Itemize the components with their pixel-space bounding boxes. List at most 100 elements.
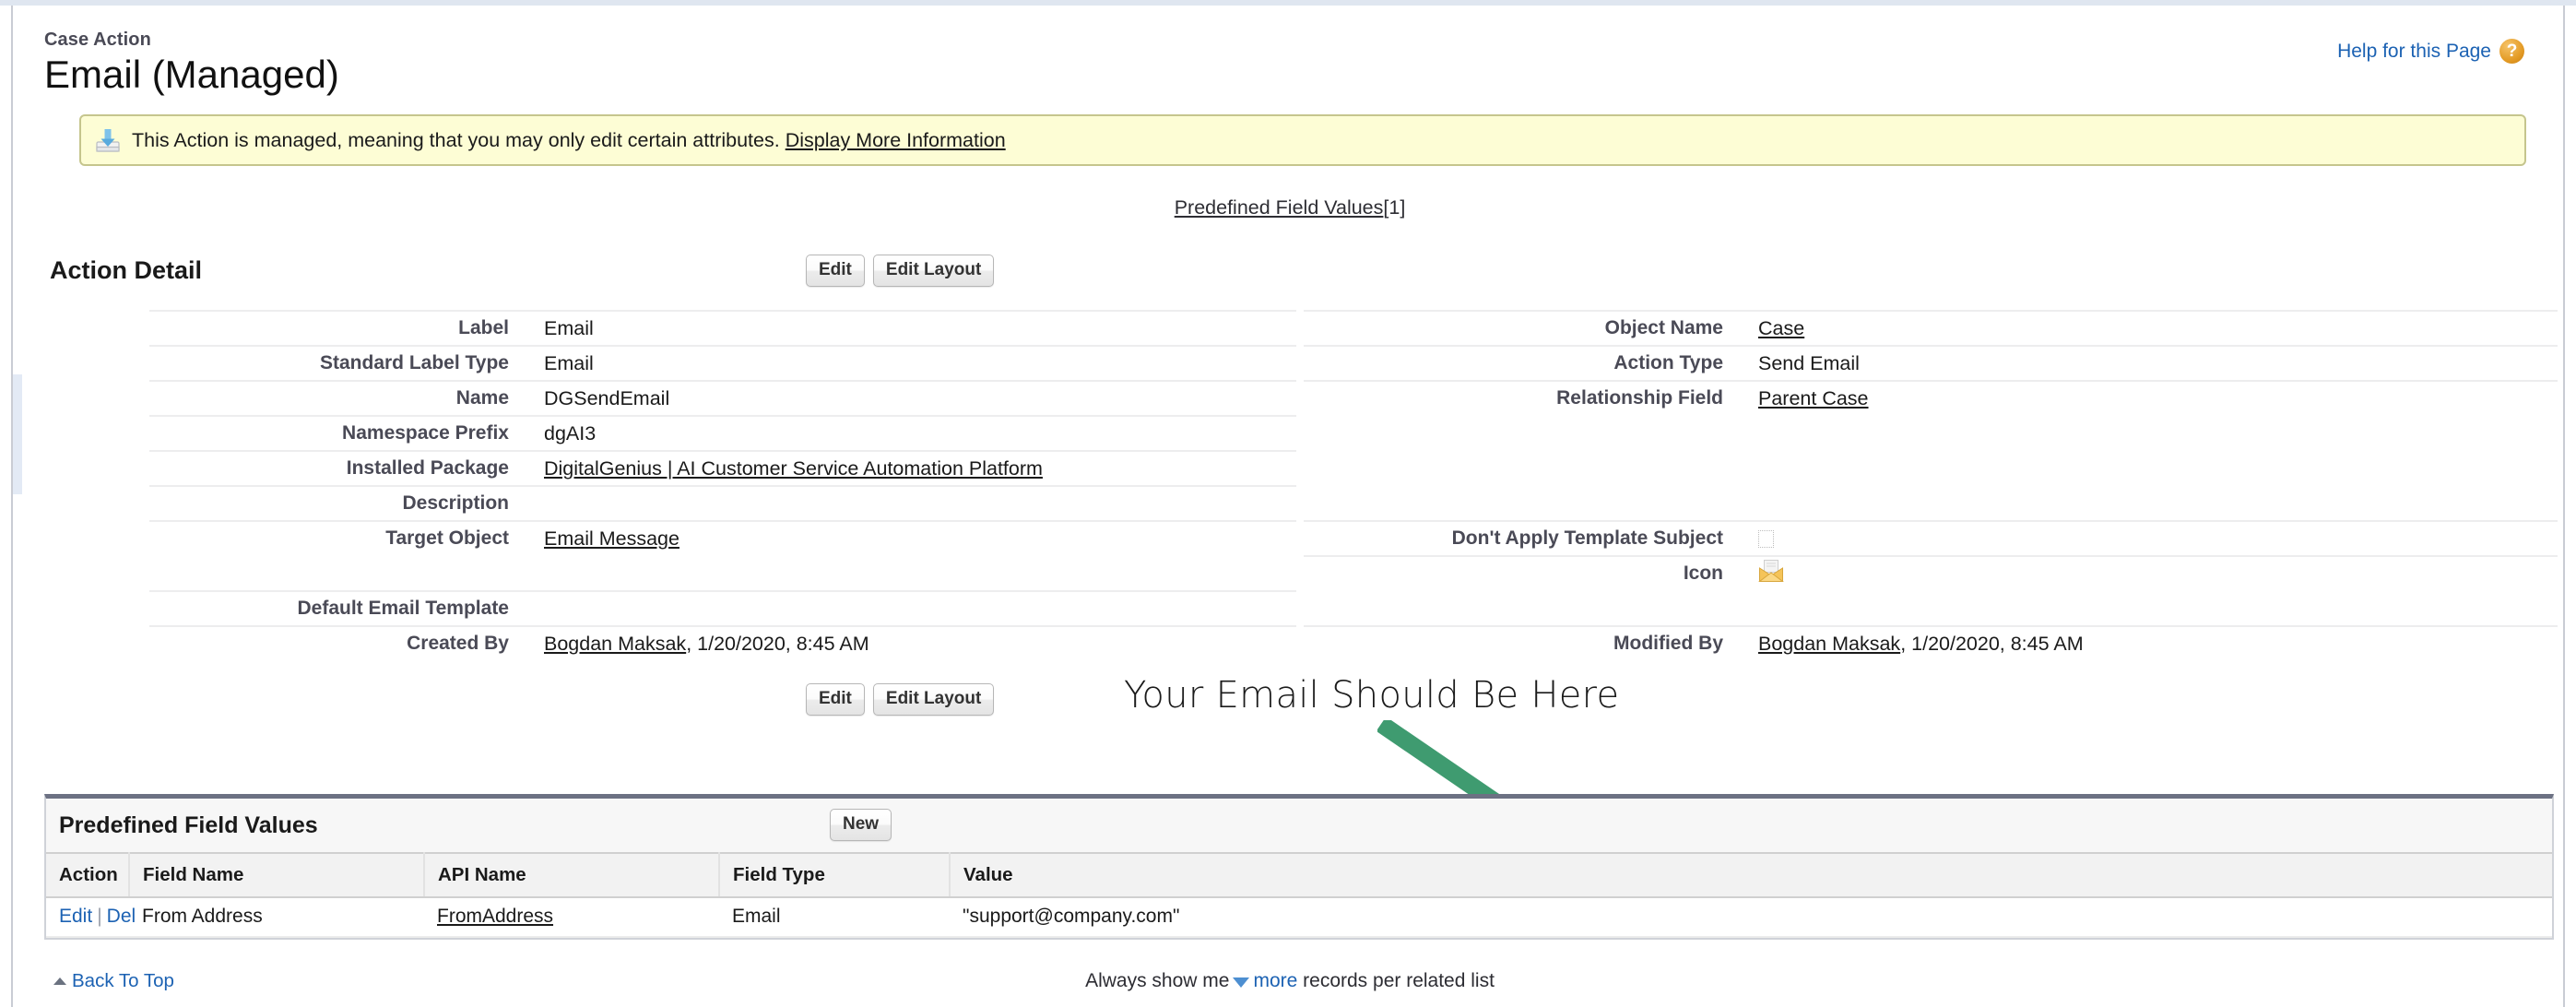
question-mark-icon[interactable]: ? [2499, 39, 2524, 64]
package-install-icon [94, 126, 122, 154]
field-value: DigitalGenius | AI Customer Service Auto… [509, 450, 1043, 480]
page-frame: Case Action Email (Managed) Help for thi… [11, 6, 2565, 1007]
annotation-text: Your Email Should Be Here [1124, 674, 1620, 717]
related-list-header: Predefined Field Values New [46, 799, 2552, 852]
action-detail-buttons-top: Edit Edit Layout [806, 255, 995, 287]
edit-layout-button-bottom[interactable]: Edit Layout [872, 683, 995, 716]
modified-by-user-link[interactable]: Bogdan Maksak [1758, 633, 1900, 655]
field-value: Bogdan Maksak, 1/20/2020, 8:45 AM [1723, 625, 2084, 656]
field-label: Action Type [1613, 352, 1723, 373]
installed-package-link[interactable]: DigitalGenius | AI Customer Service Auto… [544, 457, 1043, 480]
field-value: dgAI3 [544, 422, 597, 444]
detail-cell: Object Name Case [1304, 310, 2558, 340]
related-list-title: Predefined Field Values [59, 812, 318, 838]
field-label: Label [458, 317, 509, 338]
detail-cell: Icon [1304, 555, 2558, 587]
created-by-timestamp: , 1/20/2020, 8:45 AM [686, 633, 869, 655]
row-field-name: From Address [129, 897, 424, 938]
detail-cell: Standard Label Type Email [149, 345, 1296, 375]
relationship-field-link[interactable]: Parent Case [1758, 387, 1869, 409]
open-envelope-icon [1758, 559, 1784, 587]
detail-cell: Modified By Bogdan Maksak, 1/20/2020, 8:… [1304, 625, 2558, 656]
detail-row: Default Email Template [13, 590, 2567, 625]
field-value [509, 590, 544, 598]
detail-cell: Namespace Prefix dgAI3 [149, 415, 1296, 445]
detail-cell: Name DGSendEmail [149, 380, 1296, 410]
detail-row: Standard Label Type Email Action Type Se… [13, 345, 2567, 380]
banner-message: This Action is managed, meaning that you… [132, 128, 780, 151]
detail-row: Target Object Email Message Don't Apply … [13, 520, 2567, 555]
field-value: Parent Case [1723, 380, 1869, 410]
target-object-link[interactable]: Email Message [544, 527, 679, 550]
detail-row: Created By Bogdan Maksak, 1/20/2020, 8:4… [13, 625, 2567, 660]
jump-link-count: [1] [1383, 196, 1406, 219]
help-link-label[interactable]: Help for this Page [2337, 41, 2491, 63]
more-records-link[interactable]: more [1253, 970, 1297, 991]
detail-row: Installed Package DigitalGenius | AI Cus… [13, 450, 2567, 485]
detail-cell: Relationship Field Parent Case [1304, 380, 2558, 410]
banner-text: This Action is managed, meaning that you… [132, 129, 1006, 152]
always-show-suffix: records per related list [1303, 970, 1495, 991]
detail-row: Namespace Prefix dgAI3 [13, 415, 2567, 450]
jump-link-predefined-field-values[interactable]: Predefined Field Values [1175, 196, 1384, 219]
row-value: "support@company.com" [950, 897, 2552, 938]
field-value: Bogdan Maksak, 1/20/2020, 8:45 AM [509, 625, 869, 656]
field-label: Name [455, 387, 509, 409]
field-value: Email Message [509, 520, 679, 551]
action-separator: | [97, 906, 102, 927]
breadcrumb: Case Action [44, 30, 151, 50]
triangle-down-icon[interactable] [1233, 977, 1250, 988]
field-label: Object Name [1604, 317, 1723, 338]
column-header-field-type: Field Type [719, 852, 951, 898]
edit-layout-button-top[interactable]: Edit Layout [872, 255, 995, 287]
field-value: DGSendEmail [544, 387, 670, 409]
field-value [509, 485, 544, 492]
new-button[interactable]: New [830, 809, 892, 841]
column-header-api-name: API Name [424, 852, 720, 898]
related-list-jump-links: Predefined Field Values[1] [13, 196, 2567, 219]
page-header: Case Action Email (Managed) [44, 30, 339, 95]
detail-cell: Don't Apply Template Subject [1304, 520, 2558, 550]
detail-cell: Label Email [149, 310, 1296, 340]
row-actions-cell: Edit | Del [46, 897, 136, 938]
detail-cell: Installed Package DigitalGenius | AI Cus… [149, 450, 1296, 480]
table-row: Edit | Del From Address FromAddress Email … [46, 897, 2552, 938]
row-api-name-cell: FromAddress [424, 897, 719, 938]
modified-by-timestamp: , 1/20/2020, 8:45 AM [1900, 633, 2084, 655]
dont-apply-template-subject-checkbox [1758, 530, 1774, 548]
field-value: Send Email [1758, 352, 1860, 374]
column-header-value: Value [950, 852, 2552, 898]
display-more-information-link[interactable]: Display More Information [786, 129, 1006, 151]
edit-button-top[interactable]: Edit [806, 255, 865, 287]
created-by-user-link[interactable]: Bogdan Maksak [544, 633, 686, 655]
field-label: Modified By [1613, 633, 1723, 654]
column-header-field-name: Field Name [129, 852, 425, 898]
field-label: Icon [1683, 563, 1723, 584]
row-edit-link[interactable]: Edit [59, 906, 92, 927]
action-detail-grid: Label Email Object Name Case Standard La… [13, 310, 2567, 660]
action-detail-buttons-bottom: Edit Edit Layout [806, 683, 995, 716]
api-name-link[interactable]: FromAddress [437, 906, 553, 927]
detail-cell: Created By Bogdan Maksak, 1/20/2020, 8:4… [149, 625, 1296, 656]
detail-row: Icon [13, 555, 2567, 590]
detail-cell: Default Email Template [149, 590, 1296, 620]
help-for-this-page[interactable]: Help for this Page ? [2337, 39, 2524, 64]
field-value: Case [1723, 310, 1804, 340]
predefined-field-values-related-list: Predefined Field Values New Action Field… [44, 794, 2554, 940]
page-title: Email (Managed) [44, 53, 339, 96]
detail-row: Name DGSendEmail Relationship Field Pare… [13, 380, 2567, 415]
new-button-wrap: New [830, 809, 892, 841]
related-list-table: Action Field Name API Name Field Type Va… [46, 852, 2552, 938]
field-label: Relationship Field [1556, 387, 1723, 409]
managed-action-banner: This Action is managed, meaning that you… [79, 114, 2526, 166]
row-del-link[interactable]: Del [107, 906, 136, 927]
field-label: Description [402, 492, 509, 514]
records-per-list-footer: Always show me more records per related l… [13, 970, 2567, 992]
detail-cell: Target Object Email Message [149, 520, 1296, 551]
object-name-link[interactable]: Case [1758, 317, 1804, 339]
field-label: Standard Label Type [320, 352, 509, 373]
field-label: Namespace Prefix [342, 422, 509, 444]
edit-button-bottom[interactable]: Edit [806, 683, 865, 716]
field-value: Email [544, 352, 594, 374]
field-label: Default Email Template [297, 598, 509, 619]
